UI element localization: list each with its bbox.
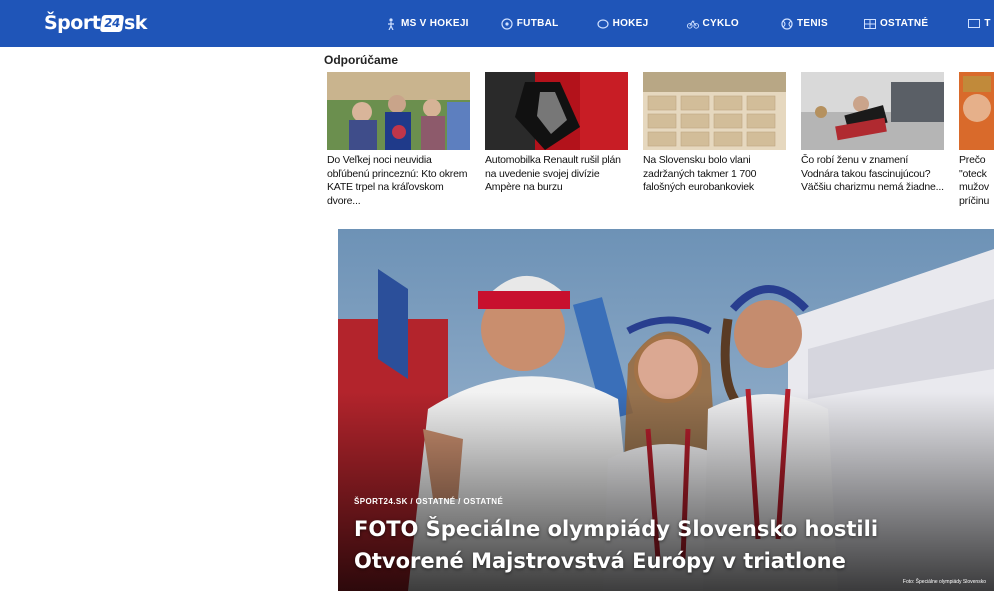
card-thumbnail[interactable] [327,72,470,150]
nav-item-hokej[interactable]: HOKEJ [596,18,649,30]
bicycle-icon [686,18,699,30]
recommended-card[interactable]: Na Slovensku bolo vlani zadržaných takme… [643,72,786,195]
recommended-card[interactable]: Automobilka Renault rušil plán na uveden… [485,72,628,195]
recommended-card[interactable]: Prečo "oteck mužov príčinu [959,72,994,208]
hero-breadcrumb[interactable]: ŠPORT24.SK / OSTATNÉ / OSTATNÉ [354,497,503,506]
nav-label-tv: T [984,18,991,29]
top-navigation-bar: Šport 24 sk MS V HOKEJI FUTBAL HOKEJ CYK… [0,0,994,47]
nav-item-ms-v-hokeji[interactable]: MS V HOKEJI [385,17,469,30]
hockey-puck-icon [596,18,609,30]
hero-title[interactable]: FOTO Špeciálne olympiády Slovensko hosti… [354,513,954,577]
recommended-heading: Odporúčame [324,53,399,67]
logo-suffix: sk [124,12,147,34]
nav-label-futbal: FUTBAL [516,18,559,29]
logo-box: 24 [100,14,125,32]
card-thumbnail[interactable] [485,72,628,150]
nav-label-hokej: HOKEJ [612,18,649,29]
main-nav: MS V HOKEJI FUTBAL HOKEJ CYKLO TENIS OST… [385,0,994,47]
nav-label-tenis: TENIS [797,18,828,29]
card-thumbnail[interactable] [643,72,786,150]
logo-prefix: Šport [44,12,101,34]
nav-item-tv[interactable]: T [968,18,990,30]
photo-credit: Foto: Špeciálne olympiády Slovensko [902,579,986,585]
card-headline[interactable]: Do Veľkej noci neuvidia obľúbenú princez… [327,154,470,208]
card-headline[interactable]: Na Slovensku bolo vlani zadržaných takme… [643,154,786,195]
nav-label-ostatne: OSTATNÉ [879,18,929,29]
nav-item-tenis[interactable]: TENIS [781,17,828,30]
nav-item-futbal[interactable]: FUTBAL [501,17,559,30]
grid-icon [863,18,876,30]
nav-item-cyklo[interactable]: CYKLO [686,18,740,30]
card-headline[interactable]: Čo robí ženu v znamení Vodnára takou fas… [801,154,944,195]
recommended-list: Do Veľkej noci neuvidia obľúbenú princez… [324,72,994,222]
card-headline[interactable]: Automobilka Renault rušil plán na uveden… [485,154,628,195]
card-thumbnail[interactable] [959,72,994,150]
card-thumbnail[interactable] [801,72,944,150]
tennis-ball-icon [781,17,793,30]
hockey-player-icon [385,17,397,30]
recommended-card[interactable]: Čo robí ženu v znamení Vodnára takou fas… [801,72,944,195]
site-logo[interactable]: Šport 24 sk [44,12,147,34]
nav-label-cyklo: CYKLO [702,18,740,29]
soccer-ball-icon [501,17,513,30]
hero-article[interactable]: ŠPORT24.SK / OSTATNÉ / OSTATNÉ FOTO Špec… [338,229,994,591]
tv-icon [968,18,981,30]
nav-item-ostatne[interactable]: OSTATNÉ [863,18,929,30]
nav-label-ms-v-hokeji: MS V HOKEJI [401,18,469,29]
recommended-card[interactable]: Do Veľkej noci neuvidia obľúbenú princez… [327,72,470,208]
card-headline[interactable]: Prečo "oteck mužov príčinu [959,154,994,208]
